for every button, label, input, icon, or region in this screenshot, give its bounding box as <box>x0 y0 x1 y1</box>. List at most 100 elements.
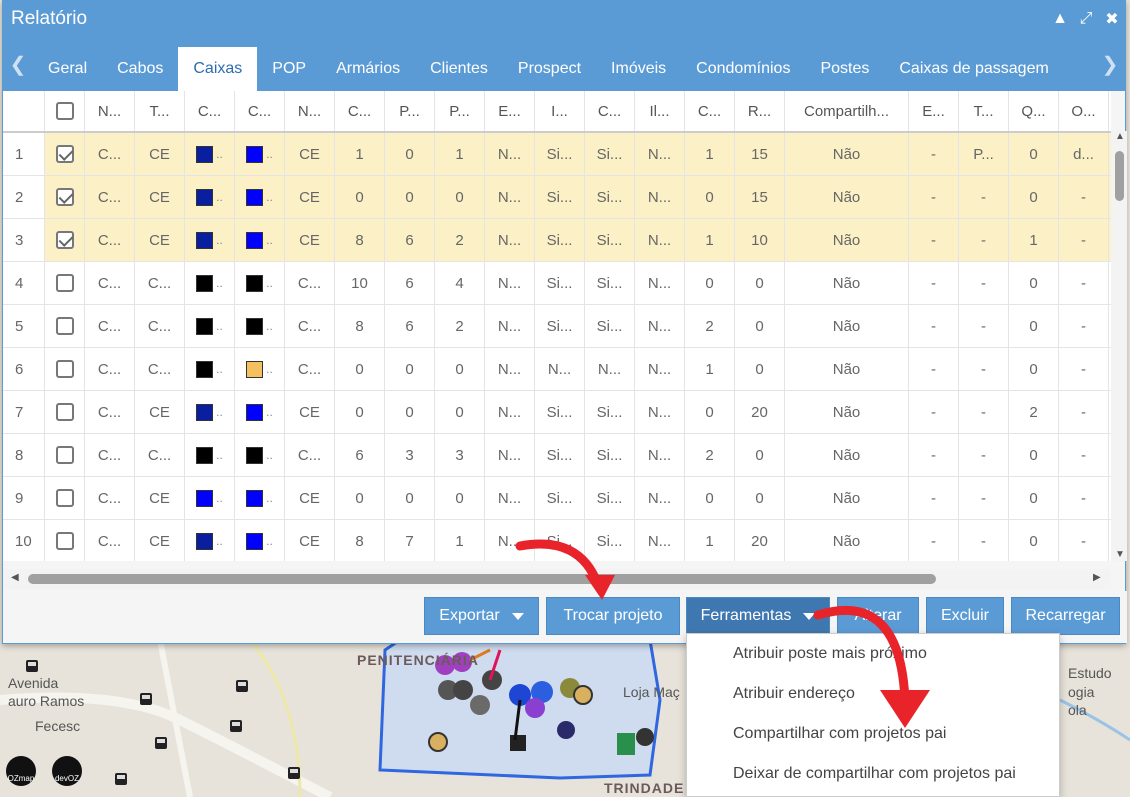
tab-scroll-left-icon[interactable]: ❮ <box>3 37 33 91</box>
menu-item-deixar-compartilhar[interactable]: Deixar de compartilhar com projetos pai <box>687 754 1059 794</box>
exportar-button[interactable]: Exportar <box>424 597 539 635</box>
checked-checkbox-icon[interactable] <box>55 188 74 206</box>
column-header[interactable]: Q... <box>1009 91 1059 131</box>
tab-scroll-right-icon[interactable]: ❯ <box>1095 37 1125 91</box>
bus-stop-icon[interactable] <box>288 767 300 779</box>
table-row[interactable]: 6 C... C....... C... 0 0 0 N... N... N... N... 1 0 Nã… <box>3 348 1111 391</box>
column-header[interactable]: I... <box>535 91 585 131</box>
checkbox-icon[interactable] <box>55 274 74 292</box>
horizontal-scroll-thumb[interactable] <box>28 574 936 584</box>
row-checkbox[interactable] <box>45 520 85 561</box>
tab-condom-nios[interactable]: Condomínios <box>681 47 805 91</box>
bus-stop-icon[interactable] <box>115 773 127 785</box>
table-row[interactable]: 4 C... C....... C... 10 6 4 N... Si... Si... N... 0… <box>3 262 1111 305</box>
recarregar-button[interactable]: Recarregar <box>1011 597 1120 635</box>
column-header[interactable]: Il... <box>635 91 685 131</box>
table-cell: CE <box>135 133 185 175</box>
scroll-right-icon[interactable]: ▶ <box>1093 572 1101 583</box>
checked-checkbox-icon[interactable] <box>55 145 74 163</box>
menu-item-atribuir-endereco[interactable]: Atribuir endereço <box>687 674 1059 714</box>
column-header[interactable]: R... <box>735 91 785 131</box>
ferramentas-button[interactable]: Ferramentas <box>686 597 830 635</box>
scroll-up-icon[interactable]: ▲ <box>1115 131 1125 142</box>
table-row[interactable]: 10 C... CE.... CE 8 7 1 N... Si... Si... N... 1 20 Nã… <box>3 520 1111 561</box>
checkbox-icon[interactable] <box>55 403 74 421</box>
collapse-icon[interactable]: ▲ <box>1047 6 1073 32</box>
bus-stop-icon[interactable] <box>26 660 38 672</box>
tab-clientes[interactable]: Clientes <box>415 47 503 91</box>
column-header[interactable]: P... <box>435 91 485 131</box>
column-header[interactable]: E... <box>485 91 535 131</box>
table-cell: N... <box>485 391 535 433</box>
bus-stop-icon[interactable] <box>230 720 242 732</box>
tab-postes[interactable]: Postes <box>805 47 884 91</box>
column-header[interactable]: C... <box>585 91 635 131</box>
bus-stop-icon[interactable] <box>140 693 152 705</box>
column-header[interactable]: Compartilh... <box>785 91 909 131</box>
expand-icon[interactable]: ⤢ <box>1073 6 1099 32</box>
row-checkbox[interactable] <box>45 176 85 218</box>
column-header[interactable]: N... <box>285 91 335 131</box>
checkbox-icon[interactable] <box>55 489 74 507</box>
tab-caixas-de-passagem[interactable]: Caixas de passagem <box>884 47 1063 91</box>
column-header[interactable]: C... <box>185 91 235 131</box>
menu-item-atribuir-poste[interactable]: Atribuir poste mais próximo <box>687 634 1059 674</box>
column-header[interactable] <box>1109 91 1111 131</box>
tab-arm-rios[interactable]: Armários <box>321 47 415 91</box>
scroll-down-icon[interactable]: ▼ <box>1115 549 1125 560</box>
horizontal-scrollbar[interactable]: ◀ ▶ <box>3 569 1111 589</box>
column-header[interactable]: O... <box>1059 91 1109 131</box>
scroll-left-icon[interactable]: ◀ <box>11 572 19 583</box>
row-checkbox[interactable] <box>45 219 85 261</box>
row-checkbox[interactable] <box>45 262 85 304</box>
table-row[interactable]: 3 C... CE.... CE 8 6 2 N... Si... Si... N... 1 10 Não… <box>3 219 1111 262</box>
row-checkbox[interactable] <box>45 133 85 175</box>
column-header[interactable] <box>3 91 45 131</box>
table-row[interactable]: 2 C... CE.... CE 0 0 0 N... Si... Si... N... 0 15 Não… <box>3 176 1111 219</box>
row-checkbox[interactable] <box>45 391 85 433</box>
table-row[interactable]: 1 C... CE.... CE 1 0 1 N... Si... Si... N... 1 15 Não… <box>3 133 1111 176</box>
table-row[interactable]: 5 C... C....... C... 8 6 2 N... Si... Si... N... 2 0… <box>3 305 1111 348</box>
column-header[interactable]: C... <box>235 91 285 131</box>
row-checkbox[interactable] <box>45 348 85 390</box>
column-header[interactable]: T... <box>959 91 1009 131</box>
tab-prospect[interactable]: Prospect <box>503 47 596 91</box>
checkbox-icon[interactable] <box>55 360 74 378</box>
checkbox-icon[interactable] <box>55 102 74 120</box>
vertical-scrollbar[interactable]: ▲ ▼ <box>1111 131 1127 561</box>
map-label: Fecesc <box>35 718 81 734</box>
menu-item-compartilhar[interactable]: Compartilhar com projetos pai <box>687 714 1059 754</box>
tab-geral[interactable]: Geral <box>33 47 102 91</box>
close-icon[interactable]: ✖ <box>1099 6 1125 32</box>
row-checkbox[interactable] <box>45 477 85 519</box>
checked-checkbox-icon[interactable] <box>55 231 74 249</box>
tab-caixas[interactable]: Caixas <box>178 47 258 91</box>
tab-pop[interactable]: POP <box>257 47 321 91</box>
column-header[interactable]: P... <box>385 91 435 131</box>
bus-stop-icon[interactable] <box>155 737 167 749</box>
checkbox-icon[interactable] <box>55 532 74 550</box>
dialog-titlebar[interactable]: Relatório ▲ ⤢ ✖ <box>3 1 1125 37</box>
table-row[interactable]: 7 C... CE.... CE 0 0 0 N... Si... Si... N... 0 20 Não… <box>3 391 1111 434</box>
tab-im-veis[interactable]: Imóveis <box>596 47 681 91</box>
column-header[interactable]: C... <box>335 91 385 131</box>
excluir-button[interactable]: Excluir <box>926 597 1004 635</box>
bus-stop-icon[interactable] <box>236 680 248 692</box>
column-header[interactable]: N... <box>85 91 135 131</box>
tab-cabos[interactable]: Cabos <box>102 47 178 91</box>
column-header[interactable]: T... <box>135 91 185 131</box>
column-header[interactable]: C... <box>685 91 735 131</box>
alterar-button[interactable]: Alterar <box>837 597 919 635</box>
table-row[interactable]: 9 C... CE.... CE 0 0 0 N... Si... Si... N... 0 0 Não -… <box>3 477 1111 520</box>
ozmap-logo-icon[interactable]: OZmap <box>6 756 36 786</box>
row-checkbox[interactable] <box>45 305 85 347</box>
table-row[interactable]: 8 C... C....... C... 6 3 3 N... Si... Si... N... 2 0… <box>3 434 1111 477</box>
trocar-projeto-button[interactable]: Trocar projeto <box>546 597 680 635</box>
row-checkbox[interactable] <box>45 434 85 476</box>
checkbox-icon[interactable] <box>55 317 74 335</box>
select-all-checkbox[interactable] <box>45 91 85 131</box>
devoz-logo-icon[interactable]: devOZ <box>52 756 82 786</box>
checkbox-icon[interactable] <box>55 446 74 464</box>
vertical-scroll-thumb[interactable] <box>1115 151 1124 201</box>
column-header[interactable]: E... <box>909 91 959 131</box>
